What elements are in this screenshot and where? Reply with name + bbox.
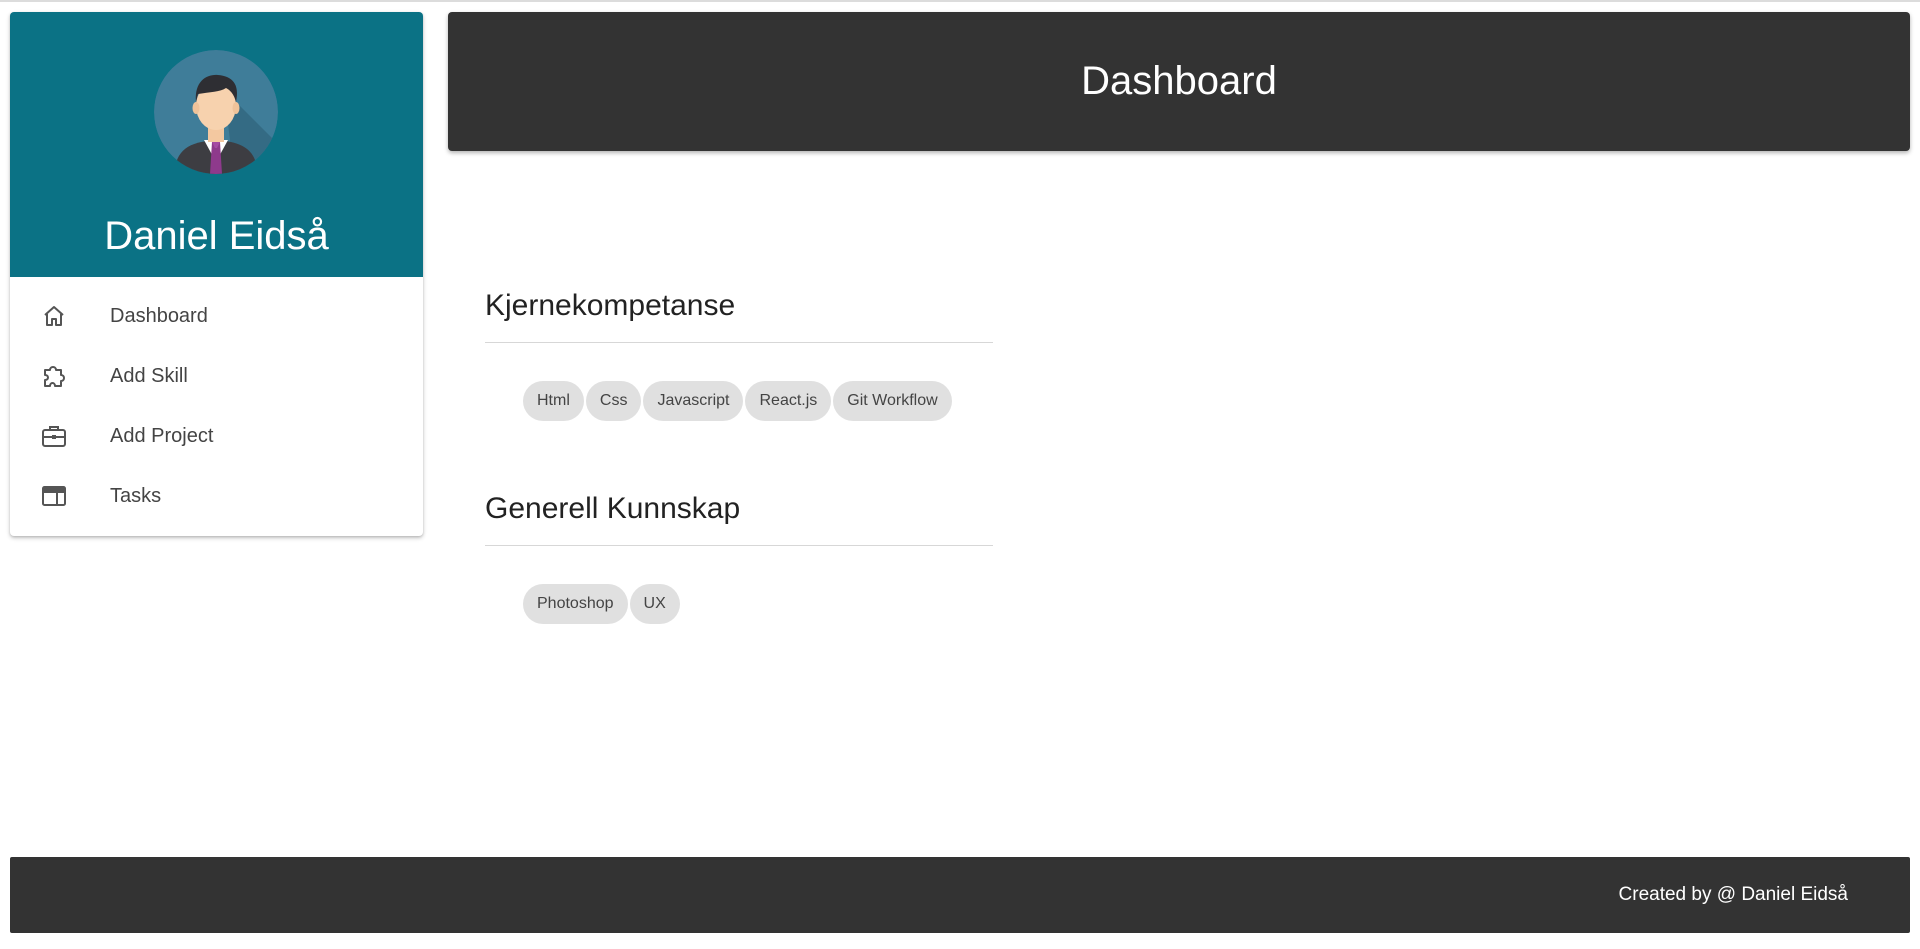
skill-chip[interactable]: Css bbox=[585, 381, 642, 421]
page-footer: Created by @ Daniel Eidså bbox=[10, 857, 1910, 933]
skills-section-general: Generell Kunnskap Photoshop UX bbox=[485, 487, 993, 624]
sidebar-nav: Dashboard Add Skill Add Project Tasks bbox=[10, 286, 423, 526]
skill-chip[interactable]: Html bbox=[523, 381, 584, 421]
page-title: Dashboard bbox=[1081, 59, 1277, 103]
section-title: Generell Kunnskap bbox=[485, 492, 741, 525]
skill-chip[interactable]: Javascript bbox=[643, 381, 744, 421]
puzzle-icon bbox=[40, 364, 68, 388]
briefcase-icon bbox=[40, 424, 68, 448]
sidebar-item-label: Add Project bbox=[110, 425, 214, 447]
sidebar-item-label: Dashboard bbox=[110, 305, 208, 327]
skill-chip[interactable]: Photoshop bbox=[523, 584, 628, 624]
page-header: Dashboard bbox=[448, 12, 1910, 151]
chip-list: Photoshop UX bbox=[485, 584, 993, 624]
businessman-avatar-icon bbox=[154, 50, 278, 174]
sidebar-item-add-skill[interactable]: Add Skill bbox=[10, 346, 423, 406]
section-divider bbox=[485, 545, 993, 546]
sidebar-item-dashboard[interactable]: Dashboard bbox=[10, 286, 423, 346]
sidebar: Daniel Eidså Dashboard Add Skill Add Pro… bbox=[10, 12, 423, 536]
profile-name: Daniel Eidså bbox=[104, 214, 329, 258]
web-layout-icon bbox=[40, 484, 68, 508]
skill-chip[interactable]: React.js bbox=[745, 381, 832, 421]
chip-list: Html Css Javascript React.js Git Workflo… bbox=[485, 381, 993, 421]
section-title: Kjernekompetanse bbox=[485, 289, 736, 322]
sidebar-item-add-project[interactable]: Add Project bbox=[10, 406, 423, 466]
skills-section-core: Kjernekompetanse Html Css Javascript Rea… bbox=[485, 284, 993, 421]
home-icon bbox=[40, 304, 68, 328]
section-divider bbox=[485, 342, 993, 343]
skill-chip[interactable]: UX bbox=[629, 584, 680, 624]
footer-credit: Created by @ Daniel Eidså bbox=[1618, 884, 1848, 905]
sidebar-item-tasks[interactable]: Tasks bbox=[10, 466, 423, 526]
sidebar-item-label: Tasks bbox=[110, 485, 162, 507]
skill-chip[interactable]: Git Workflow bbox=[833, 381, 952, 421]
profile-card: Daniel Eidså bbox=[10, 12, 423, 277]
top-border bbox=[0, 0, 1920, 2]
sidebar-item-label: Add Skill bbox=[110, 365, 188, 387]
